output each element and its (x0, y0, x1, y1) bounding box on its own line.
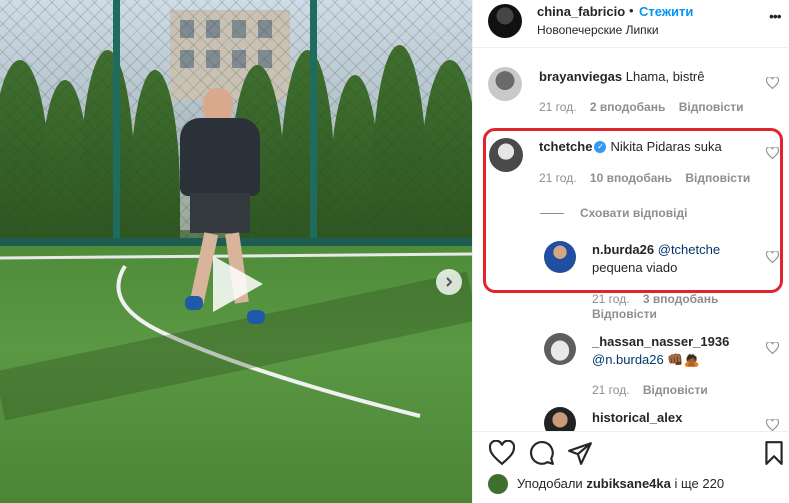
reply-username[interactable]: n.burda26 (592, 242, 654, 257)
more-icon[interactable]: ••• (769, 8, 782, 24)
comment-username[interactable]: brayanviegas (539, 69, 622, 84)
heart-icon[interactable] (766, 147, 779, 159)
comments-list[interactable]: brayanviegas Lhama, bistrê 21 год. 2 впо… (473, 49, 789, 431)
heart-icon[interactable] (489, 440, 515, 466)
chevron-right-icon[interactable] (436, 269, 462, 295)
reply-button[interactable]: Відповісти (592, 307, 657, 321)
avatar[interactable] (488, 474, 508, 494)
heart-icon[interactable] (766, 342, 779, 354)
mention-link[interactable]: @tchetche (658, 242, 720, 257)
avatar[interactable] (544, 333, 576, 365)
reply-button[interactable]: Відповісти (685, 171, 750, 185)
comment-time[interactable]: 21 год. (539, 171, 577, 185)
bookmark-icon[interactable] (763, 440, 785, 466)
fence-post (113, 0, 120, 248)
author-username[interactable]: china_fabricio (537, 4, 625, 19)
post-side-panel: china_fabricio • Стежити Новопечерские Л… (472, 0, 789, 503)
liked-by-line: Уподобали zubiksane4ka і ще 220 (517, 476, 724, 491)
divider (540, 213, 564, 215)
liked-by-suffix[interactable]: і ще 220 (675, 476, 725, 491)
avatar[interactable] (489, 138, 523, 172)
heart-icon[interactable] (766, 77, 779, 89)
reply-username[interactable]: historical_alex (592, 410, 682, 425)
avatar[interactable] (544, 407, 576, 431)
comment-icon[interactable] (529, 440, 555, 466)
post-media[interactable] (0, 0, 472, 503)
comment-text: Nikita Pidaras suka (610, 139, 722, 154)
separator: • (629, 3, 634, 18)
reply-text: 👊🏾🙇🏾 (667, 352, 700, 367)
liked-by-username[interactable]: zubiksane4ka (586, 476, 671, 491)
reply-time[interactable]: 21 год. (592, 292, 630, 306)
play-icon[interactable] (203, 252, 267, 316)
share-icon[interactable] (567, 440, 593, 466)
avatar[interactable] (488, 4, 522, 38)
fence-post (310, 0, 317, 248)
liked-by-prefix: Уподобали (517, 476, 583, 491)
reply-button[interactable]: Відповісти (643, 383, 708, 397)
heart-icon[interactable] (766, 419, 779, 431)
mention-link[interactable]: @n.burda26 (592, 352, 664, 367)
hide-replies-button[interactable]: Сховати відповіді (540, 206, 687, 220)
comment-text: Lhama, bistrê (625, 69, 705, 84)
reply-text: pequena viado (592, 260, 678, 275)
reply-username[interactable]: _hassan_nasser_1936 (592, 334, 729, 349)
avatar[interactable] (544, 241, 576, 273)
post-header: china_fabricio • Стежити Новопечерские Л… (473, 0, 789, 48)
reply-time[interactable]: 21 год. (592, 383, 630, 397)
reply-button[interactable]: Відповісти (679, 100, 744, 114)
hide-replies-label: Сховати відповіді (580, 206, 688, 220)
comment-time[interactable]: 21 год. (539, 100, 577, 114)
comment-username[interactable]: tchetche (539, 139, 592, 154)
reply-likes[interactable]: 3 вподобань (643, 292, 718, 306)
post-actions: Уподобали zubiksane4ka і ще 220 (473, 431, 789, 503)
location-link[interactable]: Новопечерские Липки (537, 23, 659, 37)
avatar[interactable] (488, 67, 522, 101)
follow-button[interactable]: Стежити (639, 4, 693, 19)
comment-likes[interactable]: 10 вподобань (590, 171, 672, 185)
comment-likes[interactable]: 2 вподобань (590, 100, 665, 114)
verified-icon: ✓ (594, 140, 607, 153)
heart-icon[interactable] (766, 251, 779, 263)
